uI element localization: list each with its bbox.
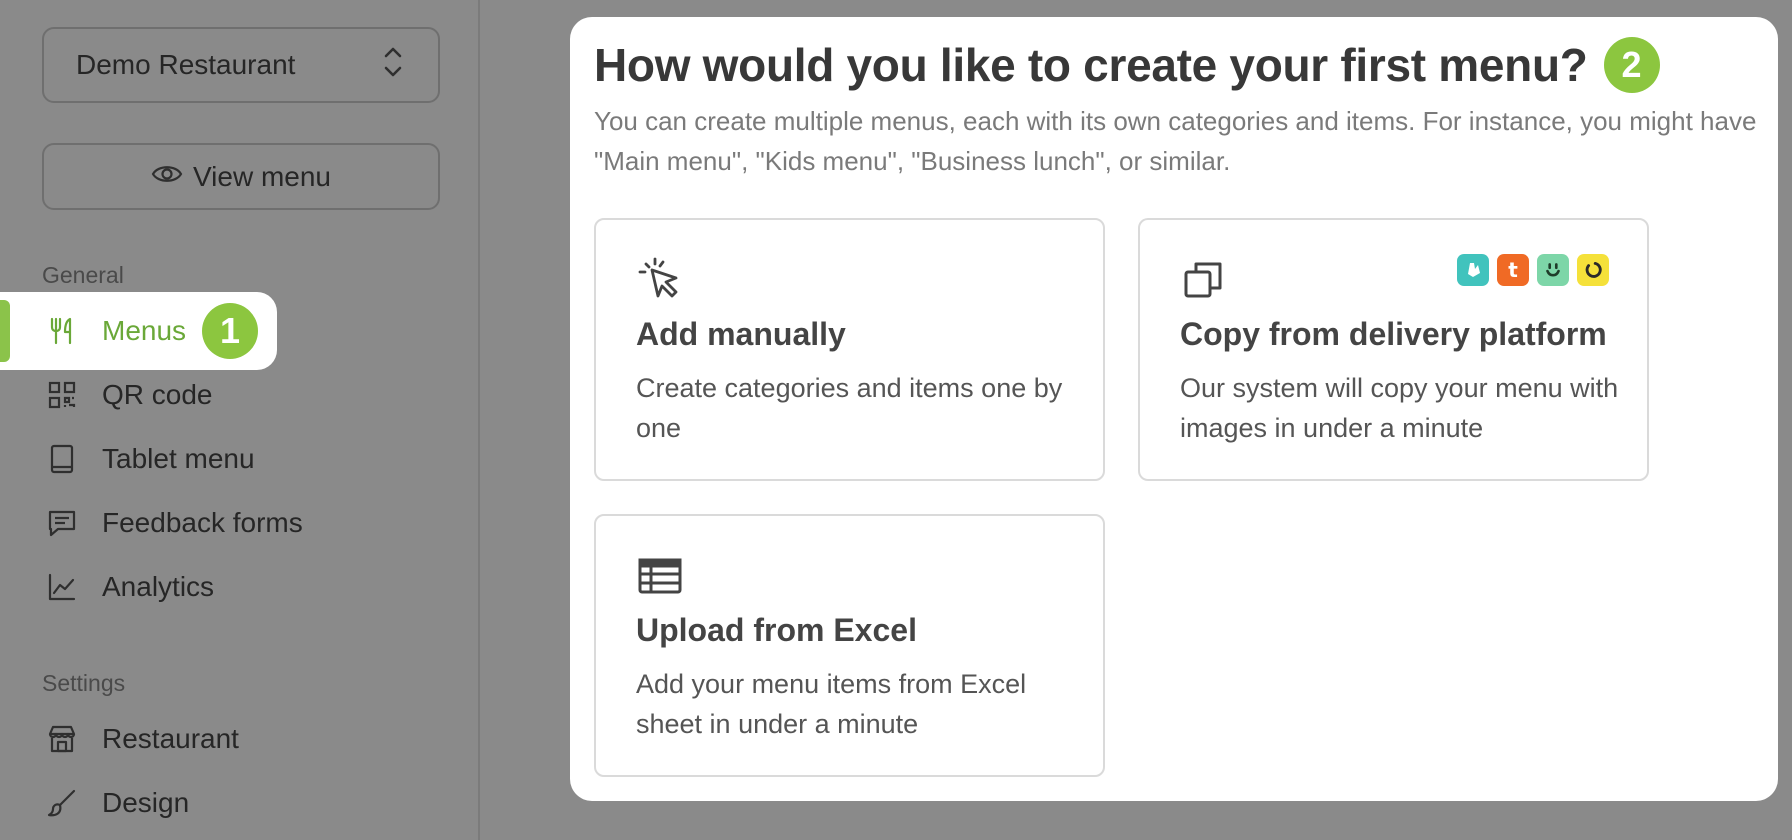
chat-bubble-icon xyxy=(0,507,102,539)
storefront-icon xyxy=(0,723,102,755)
section-label-settings: Settings xyxy=(42,670,126,696)
option-title: Upload from Excel xyxy=(636,612,917,648)
line-chart-icon xyxy=(0,571,102,603)
step-badge-1: 1 xyxy=(202,303,259,359)
option-description: Create categories and items one by one xyxy=(636,373,1063,443)
sidebar-item-feedback-forms[interactable]: Feedback forms xyxy=(0,495,303,551)
sidebar-item-tablet-menu[interactable]: Tablet menu xyxy=(0,431,255,487)
step-badge-2: 2 xyxy=(1603,37,1660,93)
option-description: Add your menu items from Excel sheet in … xyxy=(636,669,1027,739)
panel-title-row: How would you like to create your first … xyxy=(594,37,1660,93)
sidebar-item-label: Restaurant xyxy=(102,723,239,754)
sidebar-item-label: Analytics xyxy=(102,571,215,602)
talabat-logo: t xyxy=(1497,254,1529,286)
smile-logo xyxy=(1537,254,1569,286)
option-add-manually[interactable]: Add manually Create categories and items… xyxy=(594,218,1105,481)
option-description: Our system will copy your menu with imag… xyxy=(1180,373,1619,443)
option-upload-from-excel[interactable]: Upload from Excel Add your menu items fr… xyxy=(594,514,1105,777)
sidebar-item-label: Menus xyxy=(102,315,187,346)
view-menu-label: View menu xyxy=(192,160,331,192)
paintbrush-icon xyxy=(0,787,102,819)
section-label-general: General xyxy=(42,262,124,288)
chevron-up-down-icon xyxy=(382,44,404,87)
platform-logos: t xyxy=(1457,254,1609,286)
option-title: Add manually xyxy=(636,316,846,352)
panel-title: How would you like to create your first … xyxy=(594,39,1588,91)
option-title: Copy from delivery platform xyxy=(1180,316,1607,352)
sidebar-item-menus[interactable]: Menus 1 xyxy=(0,292,277,370)
restaurant-select-value: Demo Restaurant xyxy=(76,49,296,80)
qr-code-icon xyxy=(0,379,102,411)
sidebar: Demo Restaurant View menu General Menus … xyxy=(0,0,480,840)
yellow-ring-logo xyxy=(1577,254,1609,286)
active-indicator xyxy=(0,300,10,362)
deliveroo-logo xyxy=(1457,254,1489,286)
sidebar-item-label: Design xyxy=(102,787,190,818)
sidebar-item-analytics[interactable]: Analytics xyxy=(0,559,214,615)
sidebar-item-design[interactable]: Design xyxy=(0,775,189,831)
sidebar-item-label: Tablet menu xyxy=(102,443,255,474)
create-menu-panel: How would you like to create your first … xyxy=(570,17,1778,801)
eye-icon xyxy=(151,161,183,193)
option-copy-from-delivery-platform[interactable]: t Copy from delivery platform Our system… xyxy=(1138,218,1649,481)
copy-icon xyxy=(1180,256,1228,309)
sidebar-item-label: Feedback forms xyxy=(102,507,303,538)
table-icon xyxy=(636,552,684,605)
tablet-icon xyxy=(0,443,102,475)
sidebar-item-label: QR code xyxy=(102,379,213,410)
cursor-click-icon xyxy=(636,256,684,309)
sidebar-item-restaurant[interactable]: Restaurant xyxy=(0,711,239,767)
fork-knife-icon xyxy=(0,315,102,347)
view-menu-button[interactable]: View menu xyxy=(42,143,440,210)
sidebar-item-qr-code[interactable]: QR code xyxy=(0,367,213,423)
panel-description: You can create multiple menus, each with… xyxy=(594,106,1757,176)
restaurant-select[interactable]: Demo Restaurant xyxy=(42,27,440,103)
